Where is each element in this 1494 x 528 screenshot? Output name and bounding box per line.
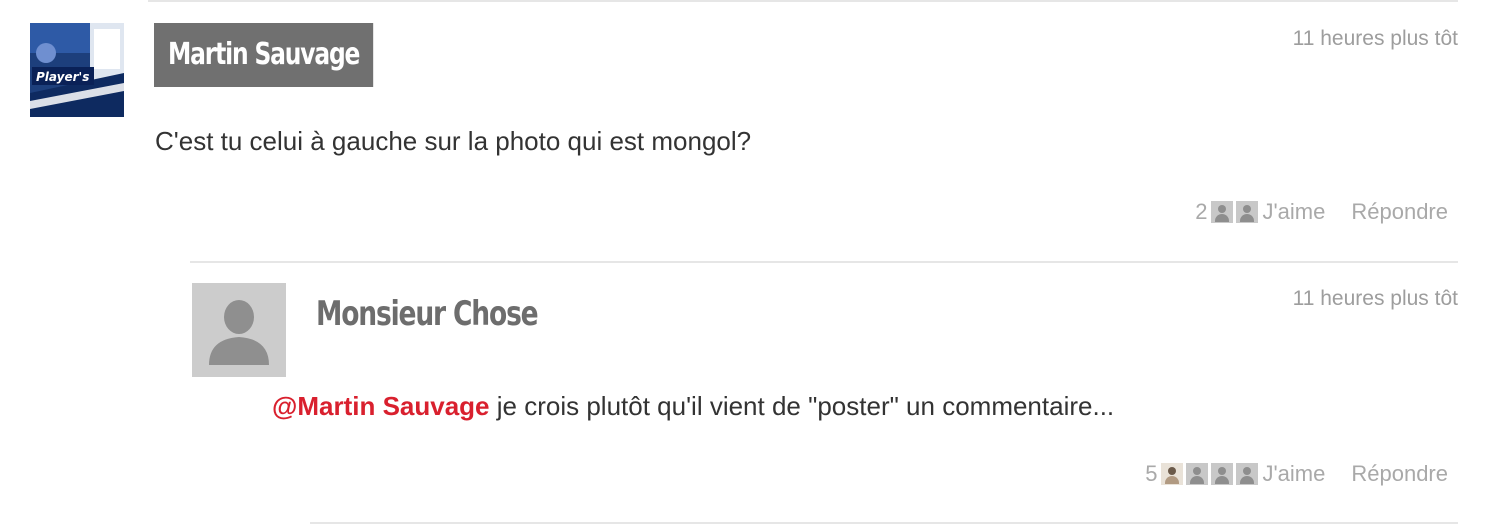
timestamp[interactable]: 11 heures plus tôt <box>1293 287 1458 311</box>
divider-reply <box>190 261 1458 263</box>
like-count: 2 <box>1195 199 1208 224</box>
default-user-icon <box>192 283 286 377</box>
reply-button[interactable]: Répondre <box>1351 199 1448 225</box>
user-avatar-icon[interactable] <box>1186 463 1209 485</box>
divider-top <box>148 0 1458 2</box>
author-name[interactable]: Martin Sauvage <box>154 23 374 87</box>
mention-link[interactable]: @Martin Sauvage <box>272 391 490 421</box>
timestamp[interactable]: 11 heures plus tôt <box>1293 27 1458 51</box>
players-logo-avatar: Player's <box>30 23 124 117</box>
author-name[interactable]: Monsieur Chose <box>316 294 539 334</box>
user-avatar-icon[interactable] <box>1236 201 1259 223</box>
like-button[interactable]: J'aime <box>1262 199 1325 225</box>
likers-list <box>1211 201 1259 223</box>
avatar-martin-sauvage[interactable]: Player's <box>30 23 124 117</box>
comment-body: je crois plutôt qu'il vient de "poster" … <box>489 391 1115 421</box>
comment-actions: 2 J'aime Répondre <box>1195 199 1448 225</box>
avatar-monsieur-chose[interactable] <box>192 283 286 377</box>
svg-text:Player's: Player's <box>36 70 89 84</box>
divider-bottom <box>310 522 1458 524</box>
user-avatar-icon[interactable] <box>1211 201 1234 223</box>
comment-actions: 5 J'aime Répondre <box>1145 461 1448 487</box>
likers-list <box>1161 463 1259 485</box>
user-avatar-icon[interactable] <box>1211 463 1234 485</box>
user-photo-icon[interactable] <box>1161 463 1184 485</box>
like-button[interactable]: J'aime <box>1262 461 1325 487</box>
comment-text: @Martin Sauvage je crois plutôt qu'il vi… <box>272 391 1114 422</box>
reply-button[interactable]: Répondre <box>1351 461 1448 487</box>
like-count: 5 <box>1145 461 1158 486</box>
comment-text: C'est tu celui à gauche sur la photo qui… <box>155 126 752 156</box>
user-avatar-icon[interactable] <box>1236 463 1259 485</box>
